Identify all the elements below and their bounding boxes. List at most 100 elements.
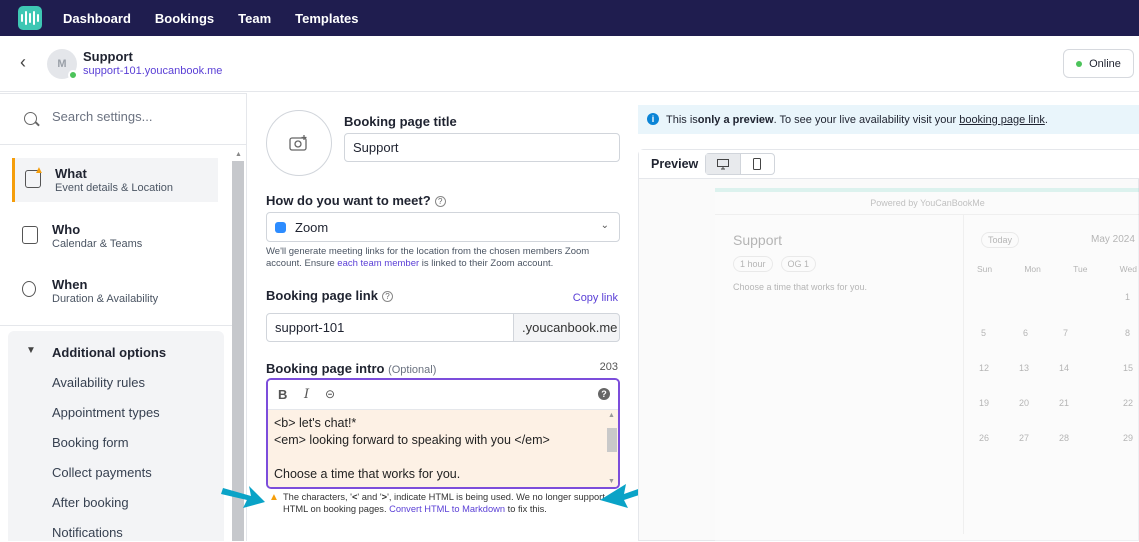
booking-page-preview: Powered by YouCanBookMe Support 1 hour OG…: [715, 188, 1139, 542]
desktop-view-button[interactable]: [706, 154, 741, 174]
nav-team[interactable]: Team: [238, 11, 271, 26]
annotation-arrow-left: [221, 486, 265, 508]
additional-options-section: ▼ Additional options Availability rules …: [8, 331, 224, 541]
add-photo-button[interactable]: [266, 110, 332, 176]
bold-icon[interactable]: B: [278, 387, 287, 402]
character-count: 203: [599, 361, 618, 373]
sidebar-item-subtitle: Event details & Location: [55, 182, 174, 194]
preview-title: Preview: [651, 157, 699, 171]
help-icon[interactable]: ?: [381, 291, 393, 302]
meet-method-select[interactable]: Zoom ⌄: [266, 212, 620, 242]
calendar-date: 15: [1123, 363, 1134, 373]
calendar-date: 7: [1063, 328, 1069, 338]
scroll-up-icon[interactable]: ▲: [235, 151, 242, 158]
link-icon[interactable]: ⊝: [325, 387, 335, 401]
preview-info-banner: i This is only a preview. To see your li…: [638, 105, 1139, 134]
weekday: Mon: [1024, 264, 1041, 274]
settings-sidebar: ▲ What Event details & Location Who Cale…: [0, 93, 247, 541]
document-warning-icon: ▲: [25, 165, 44, 188]
chevron-down-icon[interactable]: ▼: [26, 345, 36, 356]
settings-search: [0, 93, 247, 145]
watch-icon: [22, 281, 36, 297]
zoom-icon: [275, 221, 286, 233]
sidebar-item-title: Who: [52, 222, 81, 237]
html-warning-message: ▲ The characters, '<' and '>', indicate …: [269, 492, 605, 514]
meet-method-value: Zoom: [295, 219, 329, 235]
calendar-date: 22: [1123, 398, 1134, 408]
booking-page-title-label: Booking page title: [344, 114, 457, 129]
event-details-form: Booking page title Support How do you wa…: [248, 93, 638, 541]
sidebar-item-booking-form[interactable]: Booking form: [52, 435, 129, 450]
duration-chip: 1 hour: [733, 256, 773, 272]
intro-rich-text-editor: B I ⊝ ? <b> let's chat!* <em> looking fo…: [266, 378, 620, 489]
warning-icon: ▲: [269, 492, 279, 503]
contact-card-icon: [22, 226, 38, 244]
sidebar-item-after-booking[interactable]: After booking: [52, 495, 129, 510]
help-icon[interactable]: ?: [598, 388, 610, 400]
booking-page-name: Support: [83, 49, 133, 64]
sidebar-item-availability-rules[interactable]: Availability rules: [52, 375, 145, 390]
today-button[interactable]: Today: [981, 232, 1020, 248]
back-arrow-icon[interactable]: ‹: [20, 52, 26, 73]
search-icon: [24, 112, 37, 125]
weekday-header: Sun Mon Tue Wed: [977, 264, 1137, 274]
weekday: Wed: [1119, 264, 1137, 274]
sidebar-divider: [0, 325, 232, 326]
editor-scrollbar[interactable]: ▲ ▼: [606, 410, 618, 487]
copy-link-button[interactable]: Copy link: [573, 292, 618, 304]
sidebar-item-appointment-types[interactable]: Appointment types: [52, 405, 160, 420]
calendar-date: 14: [1059, 363, 1070, 373]
sidebar-item-who[interactable]: Who Calendar & Teams: [12, 214, 218, 258]
mobile-view-button[interactable]: [741, 154, 775, 174]
device-toggle: [705, 153, 775, 175]
team-member-link[interactable]: each team member: [337, 258, 419, 269]
host-chip: OG 1: [780, 256, 817, 272]
calendar-date: 13: [1019, 363, 1030, 373]
preview-intro-text: Choose a time that works for you.: [733, 282, 868, 292]
italic-icon[interactable]: I: [304, 387, 309, 402]
top-nav-bar: Dashboard Bookings Team Templates: [0, 0, 1139, 36]
editor-scroll-thumb[interactable]: [607, 428, 617, 452]
sidebar-item-title: When: [52, 277, 88, 292]
calendar-date: 21: [1059, 398, 1070, 408]
calendar-date: 8: [1125, 328, 1131, 338]
online-status-button[interactable]: Online: [1063, 49, 1134, 78]
sidebar-item-subtitle: Calendar & Teams: [52, 238, 143, 250]
calendar-date: 29: [1123, 433, 1134, 443]
zoom-help-text: We'll generate meeting links for the loc…: [266, 246, 590, 269]
calendar-date: 12: [979, 363, 990, 373]
sidebar-item-when[interactable]: When Duration & Availability: [12, 269, 218, 313]
help-icon[interactable]: ?: [434, 196, 446, 207]
app-logo-icon[interactable]: [18, 6, 42, 30]
title-input-value: Support: [353, 140, 399, 155]
nav-bookings[interactable]: Bookings: [155, 11, 214, 26]
booking-page-title-input[interactable]: Support: [344, 133, 620, 162]
intro-line: Choose a time that works for you.: [274, 467, 461, 481]
intro-textarea[interactable]: <b> let's chat!* <em> looking forward to…: [268, 410, 618, 487]
sidebar-item-notifications[interactable]: Notifications: [52, 525, 123, 540]
convert-markdown-link[interactable]: Convert HTML to Markdown: [389, 504, 505, 514]
online-status-dot: [68, 70, 78, 80]
meet-method-label: How do you want to meet??: [266, 193, 446, 208]
link-input-value: support-101: [275, 320, 345, 335]
booking-page-link[interactable]: booking page link: [959, 114, 1045, 126]
additional-options-title[interactable]: Additional options: [52, 345, 166, 360]
calendar-date: 19: [979, 398, 990, 408]
month-label: May 2024: [1091, 234, 1135, 245]
sidebar-item-title: What: [55, 166, 87, 181]
booking-page-url[interactable]: support-101.youcanbook.me: [83, 65, 222, 77]
sidebar-item-collect-payments[interactable]: Collect payments: [52, 465, 152, 480]
booking-link-input[interactable]: support-101: [266, 313, 514, 342]
sidebar-item-what[interactable]: ▲ What Event details & Location: [12, 158, 218, 202]
intro-line: <em> looking forward to speaking with yo…: [274, 433, 550, 447]
search-input[interactable]: [52, 109, 222, 124]
preview-frame: Preview Powered by YouCanBookMe Support …: [638, 149, 1139, 542]
weekday: Tue: [1073, 264, 1088, 274]
avatar: M: [47, 49, 78, 80]
nav-templates[interactable]: Templates: [295, 11, 358, 26]
scroll-up-icon[interactable]: ▲: [608, 412, 615, 419]
preview-page-title: Support: [733, 232, 783, 248]
nav-dashboard[interactable]: Dashboard: [63, 11, 131, 26]
preview-column-divider: [963, 214, 964, 534]
preview-divider: [715, 214, 1139, 215]
